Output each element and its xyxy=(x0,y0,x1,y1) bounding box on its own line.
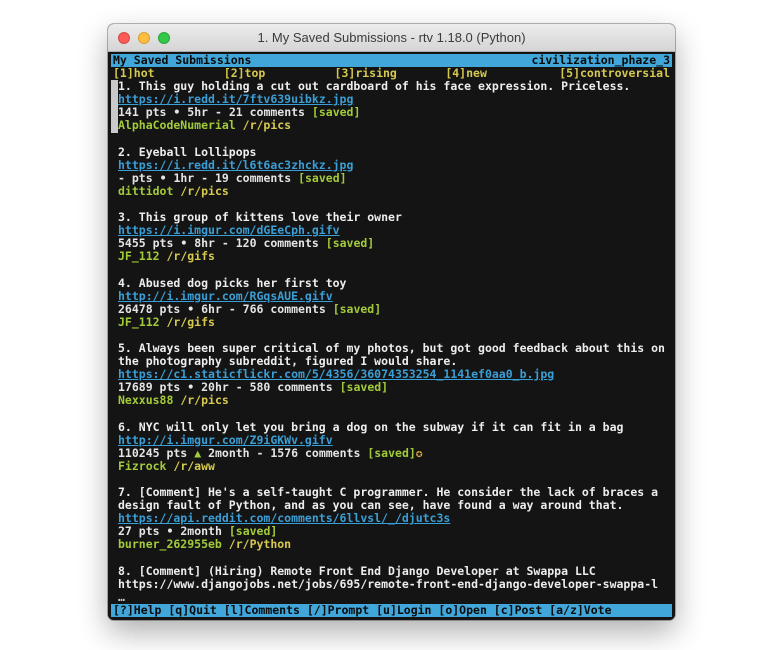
author-link[interactable]: JF_112 xyxy=(118,249,160,263)
submission-byline: JF_112 /r/gifs xyxy=(118,316,672,329)
submission-list: 1. This guy holding a cut out cardboard … xyxy=(111,80,672,604)
age-and-comments: 8hr - 120 comments xyxy=(194,236,319,250)
submission-byline: dittidot /r/pics xyxy=(118,185,672,198)
bullet-separator: • xyxy=(187,380,194,394)
truncation-ellipsis: … xyxy=(118,591,672,604)
selection-cursor xyxy=(111,80,118,132)
submission-byline: AlphaCodeNumerial /r/pics xyxy=(118,119,672,132)
zoom-button[interactable] xyxy=(158,32,170,44)
saved-badge: [saved] xyxy=(229,524,277,538)
traffic-light-buttons xyxy=(118,32,170,44)
saved-badge: [saved] xyxy=(367,446,415,460)
subreddit-link[interactable]: /r/pics xyxy=(180,393,228,407)
author-link[interactable]: dittidot xyxy=(118,184,173,198)
subreddit-link[interactable]: /r/pics xyxy=(180,184,228,198)
author-link[interactable]: Nexxus88 xyxy=(118,393,173,407)
submission-title: 8. [Comment] (Hiring) Remote Front End D… xyxy=(118,565,672,578)
minimize-button[interactable] xyxy=(138,32,150,44)
age-and-comments: 6hr - 766 comments xyxy=(201,302,326,316)
subreddit-link[interactable]: /r/aww xyxy=(173,459,215,473)
submission-title: 4. Abused dog picks her first toy xyxy=(118,277,672,290)
points-count: 110245 pts xyxy=(118,446,187,460)
bullet-separator: • xyxy=(166,524,173,538)
saved-badge: [saved] xyxy=(326,236,374,250)
submission-item[interactable]: 4. Abused dog picks her first toyhttp://… xyxy=(111,277,672,329)
subreddit-link[interactable]: /r/gifs xyxy=(166,249,214,263)
bullet-separator: • xyxy=(160,171,167,185)
subreddit-link[interactable]: /r/Python xyxy=(229,537,291,551)
submission-item[interactable]: 5. Always been super critical of my phot… xyxy=(111,342,672,407)
author-link[interactable]: JF_112 xyxy=(118,315,160,329)
submission-byline: JF_112 /r/gifs xyxy=(118,250,672,263)
submission-item[interactable]: 8. [Comment] (Hiring) Remote Front End D… xyxy=(111,565,672,604)
author-link[interactable]: burner_262955eb xyxy=(118,537,222,551)
window-titlebar[interactable]: 1. My Saved Submissions - rtv 1.18.0 (Py… xyxy=(108,24,675,52)
subreddit-link[interactable]: /r/pics xyxy=(243,118,291,132)
close-button[interactable] xyxy=(118,32,130,44)
bullet-separator: • xyxy=(187,302,194,316)
age-and-comments: 2month xyxy=(180,524,222,538)
submission-byline: burner_262955eb /r/Python xyxy=(118,538,672,551)
age-and-comments: 1hr - 19 comments xyxy=(173,171,291,185)
saved-badge: [saved] xyxy=(340,380,388,394)
submission-item[interactable]: 2. Eyeball Lollipopshttps://i.redd.it/l6… xyxy=(111,146,672,198)
submission-byline: Fizrock /r/aww xyxy=(118,460,672,473)
age-and-comments: 2month - 1576 comments xyxy=(208,446,360,460)
submission-byline: Nexxus88 /r/pics xyxy=(118,394,672,407)
subreddit-link[interactable]: /r/gifs xyxy=(166,315,214,329)
submission-item[interactable]: 1. This guy holding a cut out cardboard … xyxy=(111,80,672,132)
points-count: 5455 pts xyxy=(118,236,173,250)
submission-item[interactable]: 6. NYC will only let you bring a dog on … xyxy=(111,421,672,473)
saved-badge: [saved] xyxy=(333,302,381,316)
author-link[interactable]: AlphaCodeNumerial xyxy=(118,118,236,132)
keybinding-help-bar: [?]Help [q]Quit [l]Comments [/]Prompt [u… xyxy=(111,604,672,617)
points-count: 141 pts xyxy=(118,105,166,119)
age-and-comments: 5hr - 21 comments xyxy=(187,105,305,119)
bullet-separator: • xyxy=(180,236,187,250)
age-and-comments: 20hr - 580 comments xyxy=(201,380,333,394)
submission-item[interactable]: 7. [Comment] He's a self-taught C progra… xyxy=(111,486,672,551)
submission-title: 2. Eyeball Lollipops xyxy=(118,146,672,159)
bullet-separator: • xyxy=(173,105,180,119)
terminal-window: 1. My Saved Submissions - rtv 1.18.0 (Py… xyxy=(108,24,675,620)
points-count: 17689 pts xyxy=(118,380,180,394)
submission-title: 5. Always been super critical of my phot… xyxy=(118,342,672,368)
gilded-star-icon: ✪ xyxy=(416,446,423,460)
submission-item[interactable]: 3. This group of kittens love their owne… xyxy=(111,211,672,263)
points-count: 26478 pts xyxy=(118,302,180,316)
points-count: - pts xyxy=(118,171,153,185)
submission-title: 6. NYC will only let you bring a dog on … xyxy=(118,421,672,434)
author-link[interactable]: Fizrock xyxy=(118,459,166,473)
saved-badge: [saved] xyxy=(312,105,360,119)
upvote-arrow-icon: ▲ xyxy=(194,446,201,460)
terminal-content: My Saved Submissions civilization_phaze_… xyxy=(108,52,675,620)
submission-title: 7. [Comment] He's a self-taught C progra… xyxy=(118,486,672,512)
saved-badge: [saved] xyxy=(298,171,346,185)
submission-url[interactable]: https://www.djangojobs.net/jobs/695/remo… xyxy=(118,578,672,591)
points-count: 27 pts xyxy=(118,524,160,538)
window-title: 1. My Saved Submissions - rtv 1.18.0 (Py… xyxy=(257,30,525,45)
